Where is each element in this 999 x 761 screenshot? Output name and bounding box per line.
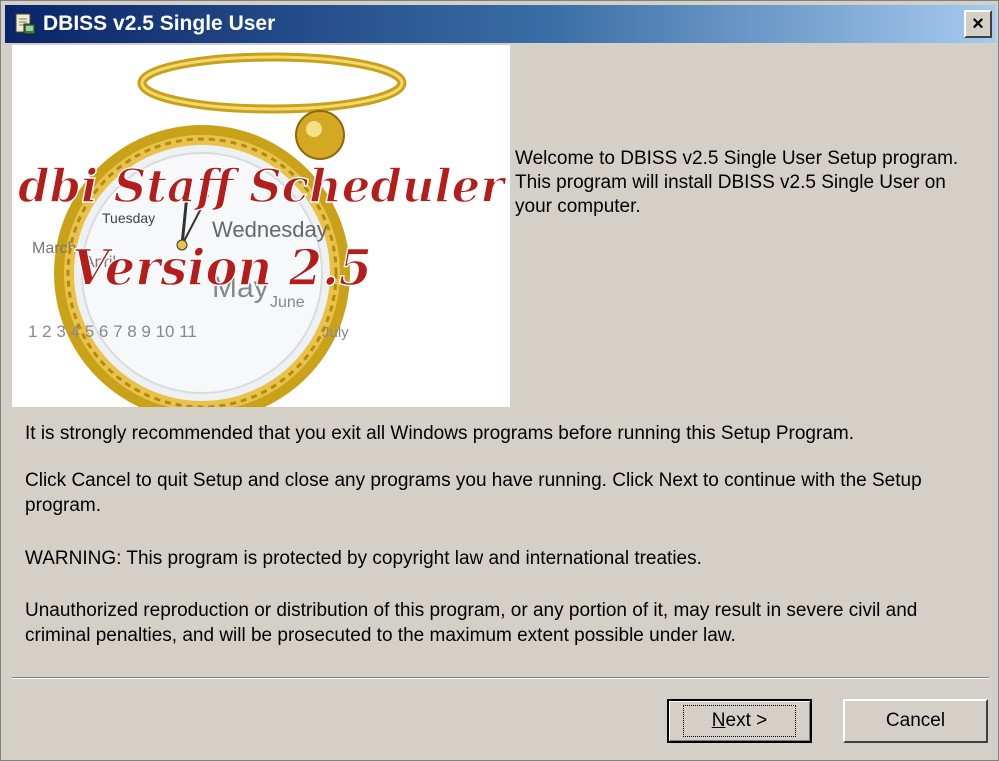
recommendation-text: It is strongly recommended that you exit… (25, 423, 854, 444)
welcome-text: Welcome to DBISS v2.5 Single User Setup … (515, 148, 959, 217)
window-title: DBISS v2.5 Single User (43, 12, 276, 35)
splash-image: Tuesday Wednesday March April May June J… (12, 45, 510, 407)
title-bar[interactable]: DBISS v2.5 Single User × (5, 5, 996, 43)
cancel-button-label: Cancel (885, 710, 946, 731)
splash-version: Version 2.5 (72, 238, 372, 297)
instructions-text: Click Cancel to quit Setup and close any… (25, 470, 922, 516)
stopwatch-illustration: Tuesday Wednesday March April May June J… (17, 52, 508, 407)
next-button[interactable]: Next > (667, 699, 812, 743)
installer-icon (15, 13, 36, 35)
splash-headline: dbi Staff Scheduler (18, 159, 508, 213)
copyright-warning-text: WARNING: This program is protected by co… (25, 548, 702, 569)
button-separator (12, 677, 989, 679)
clock-numbers: 1 2 3 4 5 6 7 8 9 10 11 (28, 322, 197, 341)
close-button[interactable]: × (964, 10, 992, 38)
legal-notice-text: Unauthorized reproduction or distributio… (25, 600, 918, 646)
cancel-button[interactable]: Cancel (843, 699, 988, 743)
setup-window: DBISS v2.5 Single User × Tuesday Wednesd… (0, 0, 999, 761)
next-button-label: Next > (682, 705, 797, 737)
clock-word: July (322, 324, 349, 341)
close-icon: × (972, 12, 984, 35)
